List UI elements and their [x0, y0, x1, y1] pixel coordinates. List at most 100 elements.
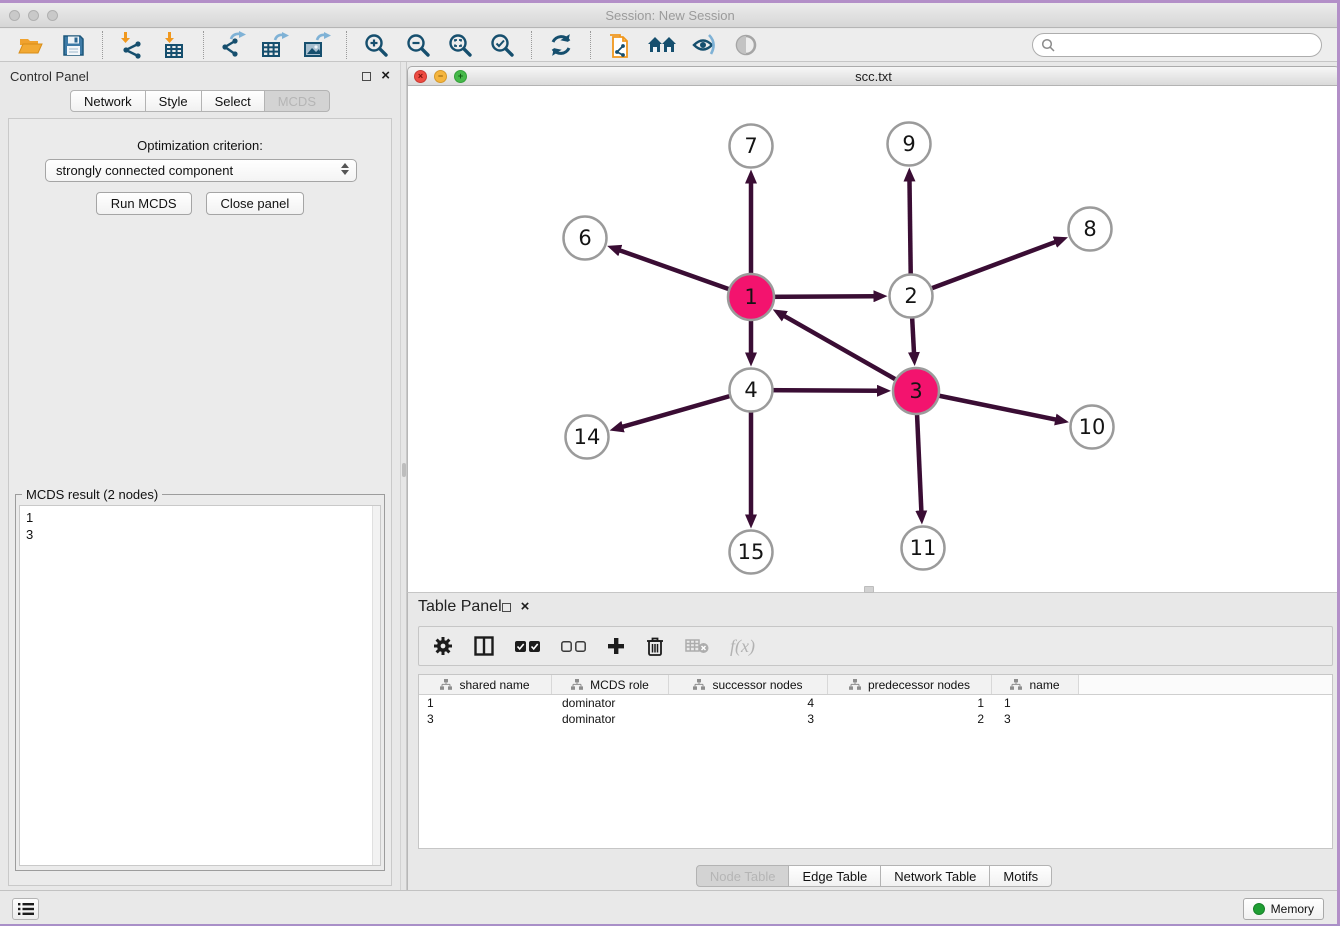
close-network-button[interactable]: × [414, 70, 427, 83]
table-panel: Table Panel × [407, 592, 1340, 890]
delete-column-button[interactable] [646, 636, 664, 656]
network-view[interactable]: 1 2 3 4 6 7 8 9 10 11 14 15 [407, 86, 1340, 592]
network-canvas[interactable]: 1 2 3 4 6 7 8 9 10 11 14 15 [408, 86, 1340, 592]
memory-button[interactable]: Memory [1243, 898, 1324, 920]
column-header-successor-nodes[interactable]: successor nodes [669, 675, 828, 694]
export-table-button[interactable] [260, 30, 290, 60]
float-panel-icon[interactable] [362, 72, 371, 81]
column-header-shared-name[interactable]: shared name [419, 675, 552, 694]
deselect-all-button[interactable] [561, 641, 586, 652]
table-cell[interactable]: dominator [552, 711, 669, 727]
network-window-controls: × − + [414, 70, 467, 83]
tab-edge-table[interactable]: Edge Table [788, 865, 881, 887]
close-panel-button[interactable]: Close panel [206, 192, 305, 215]
tab-network[interactable]: Network [70, 90, 146, 112]
float-panel-icon[interactable] [502, 603, 511, 612]
tab-select[interactable]: Select [201, 90, 265, 112]
zoom-in-button[interactable] [361, 30, 391, 60]
clone-network-button[interactable] [605, 30, 635, 60]
import-table-button[interactable] [159, 30, 189, 60]
table-cell[interactable]: 2 [828, 711, 992, 727]
toolbar-separator [531, 31, 532, 59]
column-header-predecessor-nodes[interactable]: predecessor nodes [828, 675, 992, 694]
mcds-result-line: 3 [26, 526, 380, 543]
mcds-result-area[interactable]: 13 [19, 505, 381, 866]
horizontal-splitter-handle[interactable] [864, 586, 874, 593]
tab-mcds[interactable]: MCDS [264, 90, 330, 112]
hide-details-button[interactable] [689, 30, 719, 60]
column-header-name[interactable]: name [992, 675, 1079, 694]
export-image-button[interactable] [302, 30, 332, 60]
graph-node-2[interactable]: 2 [890, 275, 933, 318]
optimization-label: Optimization criterion: [9, 138, 391, 153]
table-cell[interactable]: 3 [419, 711, 552, 727]
zoom-fit-button[interactable] [445, 30, 475, 60]
graph-node-7[interactable]: 7 [730, 125, 773, 168]
mcds-result-fieldset: MCDS result (2 nodes) 13 [15, 494, 385, 871]
tab-network-table[interactable]: Network Table [880, 865, 990, 887]
table-panel-title: Table Panel [418, 598, 502, 616]
graph-node-6[interactable]: 6 [564, 217, 607, 260]
table-cell[interactable]: 3 [992, 711, 1079, 727]
table-row[interactable]: 3dominator323 [419, 711, 1332, 727]
table-cell[interactable]: 1 [419, 695, 552, 711]
close-panel-icon[interactable]: × [521, 602, 530, 612]
select-all-button[interactable] [515, 641, 540, 652]
trash-icon [646, 636, 664, 656]
table-row[interactable]: 1dominator411 [419, 695, 1332, 711]
graph-node-4[interactable]: 4 [730, 369, 773, 412]
table-cell[interactable]: 1 [992, 695, 1079, 711]
column-visibility-button[interactable] [474, 636, 494, 656]
zoom-selected-icon [489, 32, 516, 59]
refresh-icon [548, 32, 574, 58]
graph-node-3[interactable]: 3 [893, 368, 939, 414]
graph-edge-2-8[interactable] [911, 242, 1056, 296]
graph-node-label: 7 [744, 134, 757, 158]
open-session-button[interactable] [16, 30, 46, 60]
search-icon [1041, 38, 1055, 52]
graph-node-label: 1 [744, 285, 757, 309]
tab-motifs[interactable]: Motifs [989, 865, 1052, 887]
search-field[interactable] [1032, 33, 1322, 57]
optimization-dropdown[interactable]: strongly connected component [45, 159, 357, 182]
graph-node-1[interactable]: 1 [728, 274, 774, 320]
export-network-button[interactable] [218, 30, 248, 60]
zoom-out-button[interactable] [403, 30, 433, 60]
tab-style[interactable]: Style [145, 90, 202, 112]
result-scrollbar[interactable] [372, 506, 380, 865]
run-mcds-button[interactable]: Run MCDS [96, 192, 192, 215]
export-image-icon [303, 31, 331, 59]
graph-node-14[interactable]: 14 [566, 416, 609, 459]
minimize-network-button[interactable]: − [434, 70, 447, 83]
task-history-button[interactable] [12, 898, 39, 920]
vertical-splitter[interactable] [400, 62, 407, 890]
close-panel-icon[interactable]: × [381, 71, 390, 81]
graph-node-8[interactable]: 8 [1069, 208, 1112, 251]
table-options-button[interactable] [433, 636, 453, 656]
function-builder-button[interactable]: f(x) [730, 636, 755, 657]
tab-node-table[interactable]: Node Table [696, 865, 790, 887]
add-column-button[interactable] [607, 637, 625, 655]
save-session-button[interactable] [58, 30, 88, 60]
apply-layout-button[interactable] [546, 30, 576, 60]
splitter-handle[interactable] [402, 463, 406, 477]
network-window-titlebar[interactable]: × − + scc.txt [407, 66, 1340, 86]
zoom-selected-button[interactable] [487, 30, 517, 60]
graph-node-11[interactable]: 11 [902, 527, 945, 570]
graph-node-9[interactable]: 9 [888, 123, 931, 166]
level-of-detail-button[interactable] [731, 30, 761, 60]
table-cell[interactable]: dominator [552, 695, 669, 711]
import-network-button[interactable] [117, 30, 147, 60]
table-cell[interactable]: 3 [669, 711, 828, 727]
table-cell[interactable]: 4 [669, 695, 828, 711]
search-input[interactable] [1060, 38, 1310, 53]
delete-table-button[interactable] [685, 638, 709, 654]
table-cell[interactable]: 1 [828, 695, 992, 711]
graph-node-10[interactable]: 10 [1071, 406, 1114, 449]
columns-icon [474, 636, 494, 656]
show-all-networks-button[interactable] [647, 30, 677, 60]
empty-box-icon [561, 641, 572, 652]
maximize-network-button[interactable]: + [454, 70, 467, 83]
column-header-mcds-role[interactable]: MCDS role [552, 675, 669, 694]
graph-node-15[interactable]: 15 [730, 531, 773, 574]
